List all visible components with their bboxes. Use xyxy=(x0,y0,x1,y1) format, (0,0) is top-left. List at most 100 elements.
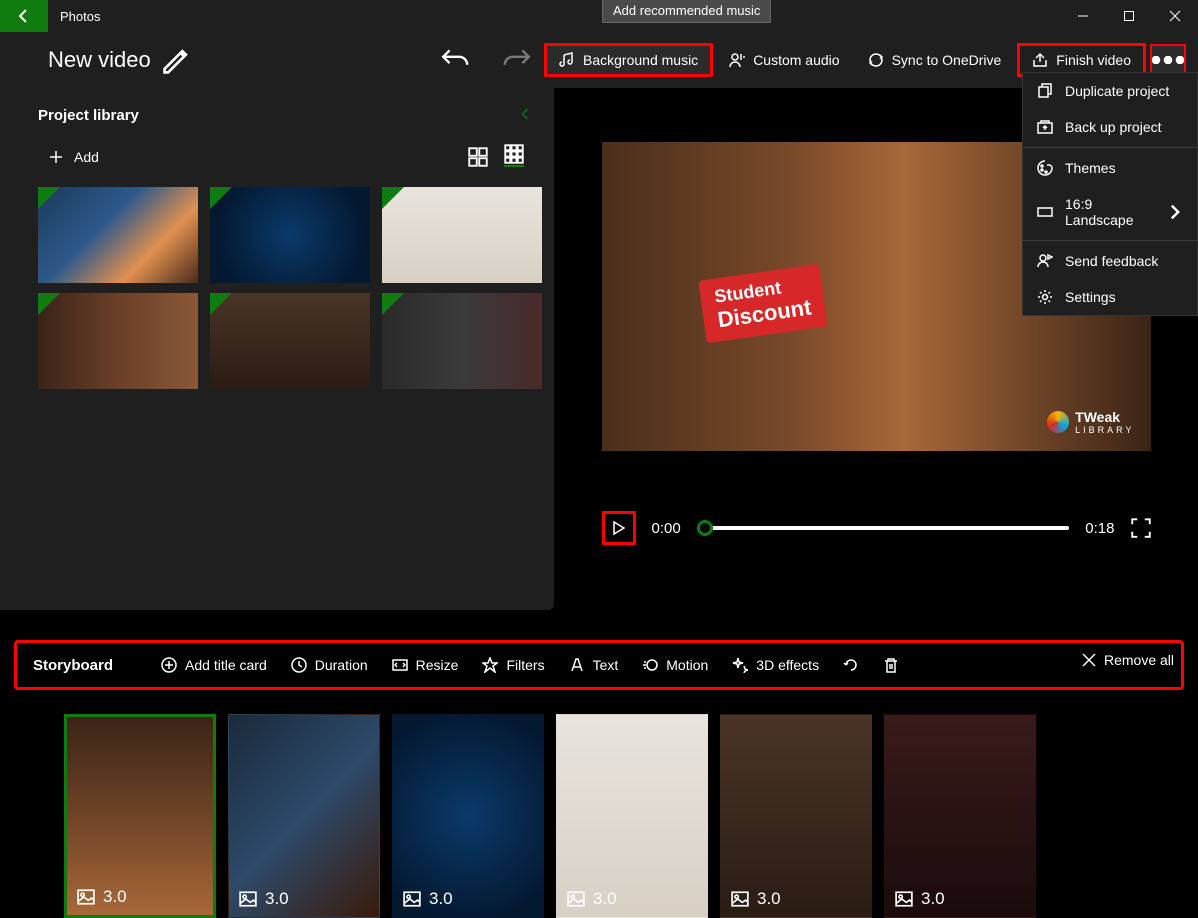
library-thumbnail[interactable] xyxy=(382,187,542,283)
menu-separator xyxy=(1023,147,1197,148)
play-icon xyxy=(613,521,625,535)
clip-duration: 3.0 xyxy=(921,889,945,909)
menu-duplicate-project[interactable]: Duplicate project xyxy=(1023,73,1197,109)
motion-button[interactable]: Motion xyxy=(630,653,720,677)
large-grid-view-button[interactable] xyxy=(468,147,488,167)
undo-button[interactable] xyxy=(440,44,472,76)
top-toolbar: New video Add recommended music Backgrou… xyxy=(0,32,1198,88)
palette-icon xyxy=(1037,160,1053,176)
storyboard-clip[interactable]: 3.0 xyxy=(884,714,1036,918)
clip-duration: 3.0 xyxy=(593,889,617,909)
close-button[interactable] xyxy=(1152,0,1198,32)
maximize-button[interactable] xyxy=(1106,0,1152,32)
storyboard-title: Storyboard xyxy=(33,657,113,674)
clip-duration: 3.0 xyxy=(265,889,289,909)
grid-2x2-icon xyxy=(468,147,488,167)
chevron-left-icon xyxy=(520,106,530,122)
feedback-icon xyxy=(1037,253,1053,269)
seek-knob[interactable] xyxy=(697,520,713,536)
storyboard-clips: 3.0 3.0 3.0 3.0 3.0 3.0 xyxy=(0,690,1198,918)
seek-slider[interactable] xyxy=(697,526,1070,530)
total-time: 0:18 xyxy=(1085,520,1114,537)
image-icon xyxy=(77,888,95,906)
library-thumbnail[interactable] xyxy=(38,293,198,389)
storyboard-clip[interactable]: 3.0 xyxy=(392,714,544,918)
sb-label: Filters xyxy=(506,657,544,673)
fullscreen-icon xyxy=(1131,518,1151,538)
sb-label: Add title card xyxy=(185,657,267,673)
fullscreen-button[interactable] xyxy=(1131,518,1151,538)
sb-label: 3D effects xyxy=(756,657,819,673)
menu-label: Settings xyxy=(1065,289,1116,305)
redo-button[interactable] xyxy=(500,44,532,76)
clip-duration: 3.0 xyxy=(429,889,453,909)
undo-icon xyxy=(440,44,472,76)
menu-backup-project[interactable]: Back up project xyxy=(1023,109,1197,145)
text-icon xyxy=(569,657,585,673)
menu-settings[interactable]: Settings xyxy=(1023,279,1197,315)
text-button[interactable]: Text xyxy=(557,653,631,677)
image-icon xyxy=(567,890,585,908)
storyboard-clip[interactable]: 3.0 xyxy=(64,714,216,918)
filters-button[interactable]: Filters xyxy=(470,653,556,677)
storyboard-toolbar: Storyboard Add title card Duration Resiz… xyxy=(14,640,1184,690)
menu-themes[interactable]: Themes xyxy=(1023,150,1197,186)
sparkle-icon xyxy=(732,657,748,673)
library-thumbnail[interactable] xyxy=(210,293,370,389)
library-thumbnail[interactable] xyxy=(210,187,370,283)
custom-audio-button[interactable]: Custom audio xyxy=(717,46,851,74)
menu-label: 16:9 Landscape xyxy=(1065,196,1155,228)
sync-onedrive-button[interactable]: Sync to OneDrive xyxy=(856,46,1014,74)
delete-clip-button[interactable] xyxy=(871,653,911,677)
storyboard-clip[interactable]: 3.0 xyxy=(228,714,380,918)
edit-title-button[interactable] xyxy=(161,44,193,76)
trash-icon xyxy=(883,657,899,673)
resize-button[interactable]: Resize xyxy=(380,653,471,677)
project-title[interactable]: New video xyxy=(48,47,151,73)
menu-aspect-ratio[interactable]: 16:9 Landscape xyxy=(1023,186,1197,238)
small-grid-view-button[interactable] xyxy=(504,147,524,167)
background-music-button[interactable]: Background music xyxy=(544,43,713,77)
player-controls: 0:00 0:18 xyxy=(602,511,1151,545)
storyboard-clip[interactable]: 3.0 xyxy=(720,714,872,918)
library-thumbnail[interactable] xyxy=(382,293,542,389)
clip-duration: 3.0 xyxy=(103,887,127,907)
title-bar: Photos xyxy=(0,0,1198,32)
collapse-library-button[interactable] xyxy=(520,106,530,125)
chevron-right-icon xyxy=(1167,204,1183,220)
share-icon xyxy=(1032,52,1048,68)
sb-label: Duration xyxy=(315,657,368,673)
back-button[interactable] xyxy=(0,0,48,32)
storyboard-clip[interactable]: 3.0 xyxy=(556,714,708,918)
menu-label: Back up project xyxy=(1065,119,1162,135)
minimize-button[interactable] xyxy=(1060,0,1106,32)
3d-effects-button[interactable]: 3D effects xyxy=(720,653,831,677)
sb-label: Resize xyxy=(416,657,459,673)
menu-label: Duplicate project xyxy=(1065,83,1169,99)
add-title-card-button[interactable]: Add title card xyxy=(149,653,279,677)
plus-circle-icon xyxy=(161,657,177,673)
watermark-brand: TWeak xyxy=(1075,409,1134,425)
library-thumbnail[interactable] xyxy=(38,187,198,283)
remove-all-button[interactable]: Remove all xyxy=(1082,652,1174,668)
menu-send-feedback[interactable]: Send feedback xyxy=(1023,243,1197,279)
duration-button[interactable]: Duration xyxy=(279,653,380,677)
project-library-panel: Project library Add xyxy=(0,88,554,610)
rotate-icon xyxy=(843,657,859,673)
sync-label: Sync to OneDrive xyxy=(892,52,1002,68)
close-icon xyxy=(1082,653,1096,667)
current-time: 0:00 xyxy=(652,520,681,537)
rotate-button[interactable] xyxy=(831,653,871,677)
clip-duration: 3.0 xyxy=(757,889,781,909)
play-button[interactable] xyxy=(602,511,636,545)
music-icon xyxy=(559,52,575,68)
gear-icon xyxy=(1037,289,1053,305)
library-grid xyxy=(0,181,554,389)
bg-music-label: Background music xyxy=(583,52,698,68)
resize-icon xyxy=(392,657,408,673)
library-title: Project library xyxy=(38,107,139,124)
add-media-button[interactable]: Add xyxy=(48,149,99,165)
plus-icon xyxy=(48,149,64,165)
image-icon xyxy=(731,890,749,908)
remove-all-label: Remove all xyxy=(1104,652,1174,668)
